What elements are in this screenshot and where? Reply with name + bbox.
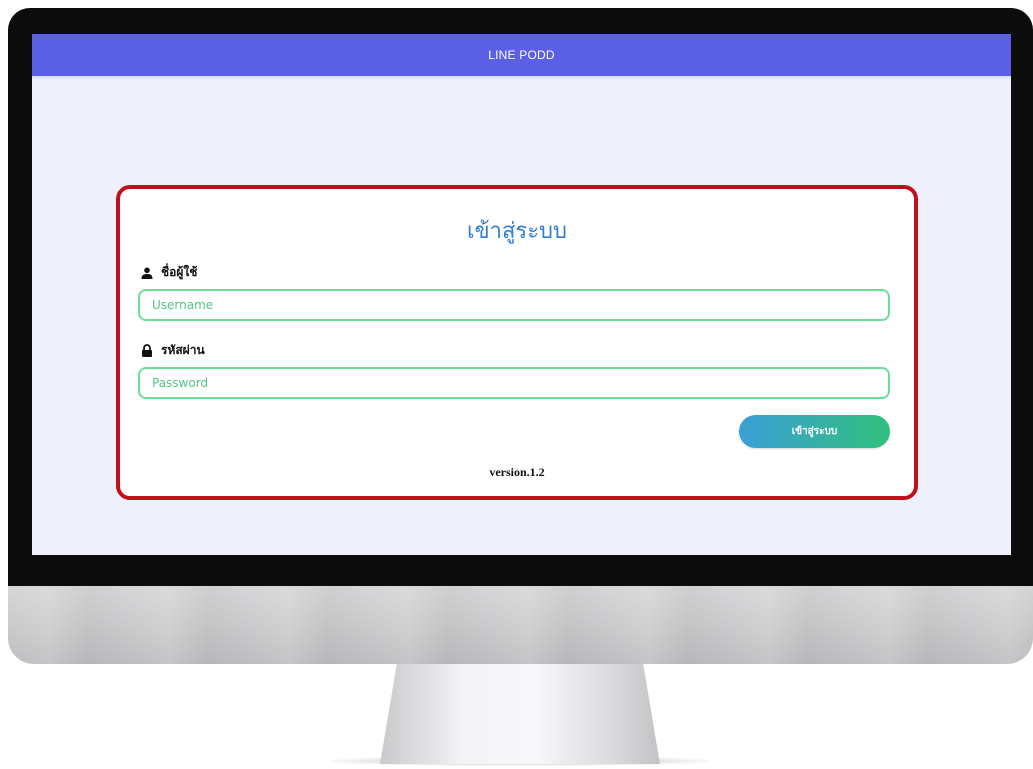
username-label: ชื่อผู้ใช้: [140, 263, 197, 282]
lock-icon: [140, 344, 154, 358]
monitor-mockup: LINE PODD เข้าสู่ระบบ ชื่อผู้ใช้ Usernam…: [0, 0, 1033, 769]
username-label-text: ชื่อผู้ใช้: [161, 265, 198, 279]
password-label-text: รหัสผ่าน: [161, 343, 205, 357]
user-icon: [140, 266, 154, 280]
password-label: รหัสผ่าน: [140, 341, 205, 360]
login-button[interactable]: เข้าสู่ระบบ: [739, 415, 890, 448]
login-card: เข้าสู่ระบบ ชื่อผู้ใช้ Username รหัสผ่าน…: [116, 185, 918, 500]
login-heading: เข้าสู่ระบบ: [467, 219, 567, 244]
username-input[interactable]: [138, 289, 890, 321]
app-screen: LINE PODD เข้าสู่ระบบ ชื่อผู้ใช้ Usernam…: [32, 34, 1011, 555]
app-title: LINE PODD: [488, 48, 555, 62]
password-input[interactable]: [138, 367, 890, 399]
version-label: version.1.2: [489, 465, 545, 479]
monitor-chin: [8, 578, 1033, 664]
monitor-stand: [380, 664, 660, 764]
app-header: LINE PODD: [32, 34, 1011, 76]
